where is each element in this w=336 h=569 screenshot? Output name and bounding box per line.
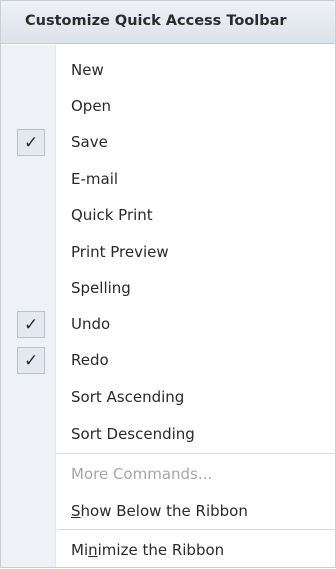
menu-item-label: Minimize the Ribbon [71, 541, 224, 559]
menu-item-redo[interactable]: ✓ Redo [1, 343, 335, 379]
label-part: Mi [71, 541, 89, 559]
menu-item-print-preview[interactable]: Print Preview [1, 235, 335, 271]
checkmark-box: ✓ [17, 311, 45, 338]
menu-item-label: More Commands... [71, 465, 213, 483]
menu-separator [57, 529, 335, 530]
menu-item-label: Undo [71, 315, 111, 333]
menu-item-sort-descending[interactable]: Sort Descending [1, 417, 335, 453]
menu-item-label: New [71, 61, 104, 79]
menu-item-label: Save [71, 133, 108, 151]
menu-item-label: Redo [71, 351, 109, 369]
menu-item-show-below-ribbon[interactable]: Show Below the Ribbon [1, 494, 335, 530]
menu-item-label: Sort Ascending [71, 388, 185, 406]
menu-item-label: Open [71, 97, 112, 115]
menu-item-minimize-ribbon[interactable]: Minimize the Ribbon [1, 533, 335, 569]
menu-item-quick-print[interactable]: Quick Print [1, 198, 335, 234]
menu-item-label: E-mail [71, 170, 119, 188]
label-part: how Below the Ribbon [80, 502, 248, 520]
menu-item-label: Spelling [71, 279, 131, 297]
menu-item-sort-ascending[interactable]: Sort Ascending [1, 380, 335, 416]
checkmark-icon: ✓ [24, 315, 39, 335]
label-part: imize the Ribbon [97, 541, 225, 559]
menu-item-more-commands: More Commands... [1, 457, 335, 493]
checkmark-box: ✓ [17, 129, 45, 156]
menu-item-save[interactable]: ✓ Save [1, 125, 335, 161]
menu-item-undo[interactable]: ✓ Undo [1, 307, 335, 343]
menu-item-label: Quick Print [71, 206, 153, 224]
menu-item-label: Sort Descending [71, 425, 195, 443]
menu-item-open[interactable]: Open [1, 89, 335, 125]
checkmark-box: ✓ [17, 347, 45, 374]
accelerator-key: S [71, 502, 81, 520]
customize-qat-menu: Customize Quick Access Toolbar New Open … [0, 0, 336, 568]
menu-item-new[interactable]: New [1, 53, 335, 89]
checkmark-icon: ✓ [24, 133, 39, 153]
menu-item-spelling[interactable]: Spelling [1, 271, 335, 307]
menu-item-label: Print Preview [71, 243, 169, 261]
checkmark-icon: ✓ [24, 351, 39, 371]
menu-title: Customize Quick Access Toolbar [25, 13, 287, 29]
menu-separator [57, 453, 335, 454]
menu-item-label: Show Below the Ribbon [71, 502, 248, 520]
accelerator-key: n [88, 541, 98, 559]
menu-header: Customize Quick Access Toolbar [1, 1, 335, 44]
menu-item-email[interactable]: E-mail [1, 162, 335, 198]
